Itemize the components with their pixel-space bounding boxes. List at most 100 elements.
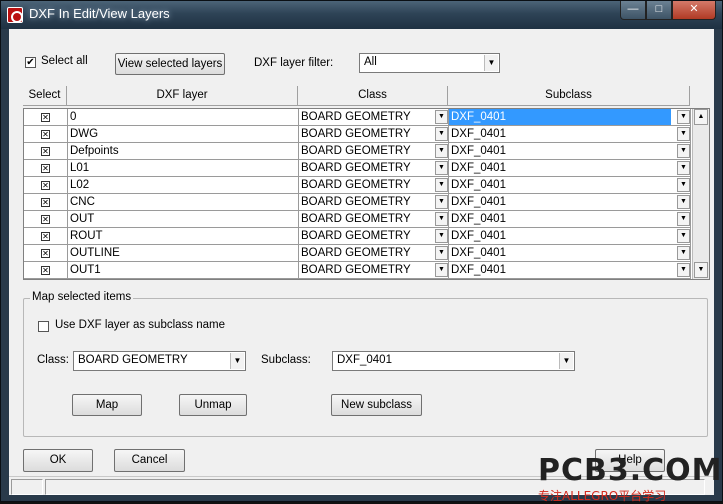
status-pane-1 <box>11 479 43 495</box>
select-checkbox-icon[interactable]: ✕ <box>41 164 50 173</box>
class-cell[interactable]: BOARD GEOMETRY ▼ <box>299 228 449 245</box>
select-cell[interactable]: ✕ <box>24 126 68 143</box>
chevron-down-icon[interactable]: ▼ <box>677 178 690 192</box>
chevron-down-icon[interactable]: ▼ <box>677 195 690 209</box>
chevron-down-icon[interactable]: ▼ <box>435 127 448 141</box>
subclass-cell[interactable]: DXF_0401 ▼ <box>449 211 691 228</box>
select-checkbox-icon[interactable]: ✕ <box>41 113 50 122</box>
table-row[interactable]: ✕ CNC BOARD GEOMETRY ▼ DXF_0401 ▼ <box>24 194 692 211</box>
chevron-down-icon[interactable]: ▼ <box>677 246 690 260</box>
use-layer-as-subclass-checkbox[interactable] <box>38 321 49 332</box>
table-row[interactable]: ✕ Defpoints BOARD GEOMETRY ▼ DXF_0401 ▼ <box>24 143 692 160</box>
class-select[interactable]: BOARD GEOMETRY ▼ <box>73 351 246 371</box>
table-row[interactable]: ✕ DWG BOARD GEOMETRY ▼ DXF_0401 ▼ <box>24 126 692 143</box>
vertical-scrollbar[interactable]: ▲ ▼ <box>692 109 709 279</box>
subclass-cell[interactable]: DXF_0401 ▼ <box>449 126 691 143</box>
maximize-button[interactable]: □ <box>646 1 672 20</box>
select-checkbox-icon[interactable]: ✕ <box>41 130 50 139</box>
select-checkbox-icon[interactable]: ✕ <box>41 249 50 258</box>
new-subclass-button[interactable]: New subclass <box>331 394 422 416</box>
table-row[interactable]: ✕ OUT1 BOARD GEOMETRY ▼ DXF_0401 ▼ <box>24 262 692 279</box>
select-all-checkbox[interactable]: ✔ <box>25 57 36 68</box>
chevron-down-icon[interactable]: ▼ <box>677 144 690 158</box>
chevron-down-icon[interactable]: ▼ <box>435 144 448 158</box>
select-cell[interactable]: ✕ <box>24 160 68 177</box>
select-cell[interactable]: ✕ <box>24 194 68 211</box>
chevron-down-icon[interactable]: ▼ <box>435 212 448 226</box>
layer-name: 0 <box>70 111 77 123</box>
chevron-down-icon[interactable]: ▼ <box>677 263 690 277</box>
class-cell[interactable]: BOARD GEOMETRY ▼ <box>299 245 449 262</box>
select-cell[interactable]: ✕ <box>24 211 68 228</box>
class-cell[interactable]: BOARD GEOMETRY ▼ <box>299 194 449 211</box>
cancel-button[interactable]: Cancel <box>114 449 185 472</box>
scroll-up-icon[interactable]: ▲ <box>694 109 708 125</box>
table-row[interactable]: ✕ OUTLINE BOARD GEOMETRY ▼ DXF_0401 ▼ <box>24 245 692 262</box>
table-row[interactable]: ✕ L02 BOARD GEOMETRY ▼ DXF_0401 ▼ <box>24 177 692 194</box>
subclass-cell[interactable]: DXF_0401 ▼ <box>449 177 691 194</box>
class-cell[interactable]: BOARD GEOMETRY ▼ <box>299 211 449 228</box>
select-cell[interactable]: ✕ <box>24 143 68 160</box>
subclass-cell[interactable]: DXF_0401 ▼ <box>449 109 691 126</box>
chevron-down-icon[interactable]: ▼ <box>435 195 448 209</box>
subclass-cell[interactable]: DXF_0401 ▼ <box>449 160 691 177</box>
class-cell[interactable]: BOARD GEOMETRY ▼ <box>299 143 449 160</box>
chevron-down-icon[interactable]: ▼ <box>230 353 244 369</box>
table-row[interactable]: ✕ 0 BOARD GEOMETRY ▼ DXF_0401 ▼ <box>24 109 692 126</box>
class-cell[interactable]: BOARD GEOMETRY ▼ <box>299 126 449 143</box>
ok-button[interactable]: OK <box>23 449 93 472</box>
subclass-cell[interactable]: DXF_0401 ▼ <box>449 228 691 245</box>
layer-name: OUT <box>70 213 95 225</box>
header-class[interactable]: Class <box>298 86 448 106</box>
chevron-down-icon[interactable]: ▼ <box>677 212 690 226</box>
use-layer-as-subclass-label: Use DXF layer as subclass name <box>55 319 226 331</box>
select-cell[interactable]: ✕ <box>24 109 68 126</box>
select-checkbox-icon[interactable]: ✕ <box>41 181 50 190</box>
chevron-down-icon[interactable]: ▼ <box>435 161 448 175</box>
header-dxf-layer[interactable]: DXF layer <box>67 86 298 106</box>
header-select[interactable]: Select <box>23 86 67 106</box>
select-checkbox-icon[interactable]: ✕ <box>41 147 50 156</box>
view-selected-layers-button[interactable]: View selected layers <box>115 53 225 75</box>
unmap-button[interactable]: Unmap <box>179 394 247 416</box>
chevron-down-icon[interactable]: ▼ <box>677 127 690 141</box>
select-cell[interactable]: ✕ <box>24 262 68 279</box>
chevron-down-icon[interactable]: ▼ <box>484 55 498 71</box>
select-cell[interactable]: ✕ <box>24 177 68 194</box>
dxf-layer-filter-select[interactable]: All ▼ <box>359 53 500 73</box>
scroll-down-icon[interactable]: ▼ <box>694 262 708 278</box>
close-button[interactable]: ✕ <box>672 1 716 20</box>
select-cell[interactable]: ✕ <box>24 228 68 245</box>
chevron-down-icon[interactable]: ▼ <box>435 178 448 192</box>
select-checkbox-icon[interactable]: ✕ <box>41 215 50 224</box>
subclass-cell[interactable]: DXF_0401 ▼ <box>449 245 691 262</box>
table-row[interactable]: ✕ L01 BOARD GEOMETRY ▼ DXF_0401 ▼ <box>24 160 692 177</box>
chevron-down-icon[interactable]: ▼ <box>435 110 448 124</box>
class-cell[interactable]: BOARD GEOMETRY ▼ <box>299 160 449 177</box>
select-cell[interactable]: ✕ <box>24 245 68 262</box>
subclass-cell[interactable]: DXF_0401 ▼ <box>449 194 691 211</box>
title-bar[interactable]: DXF In Edit/View Layers — □ ✕ <box>1 1 722 29</box>
select-checkbox-icon[interactable]: ✕ <box>41 198 50 207</box>
select-checkbox-icon[interactable]: ✕ <box>41 232 50 241</box>
chevron-down-icon[interactable]: ▼ <box>677 110 690 124</box>
minimize-button[interactable]: — <box>620 1 646 20</box>
table-row[interactable]: ✕ OUT BOARD GEOMETRY ▼ DXF_0401 ▼ <box>24 211 692 228</box>
chevron-down-icon[interactable]: ▼ <box>435 246 448 260</box>
subclass-cell[interactable]: DXF_0401 ▼ <box>449 143 691 160</box>
chevron-down-icon[interactable]: ▼ <box>677 161 690 175</box>
class-cell[interactable]: BOARD GEOMETRY ▼ <box>299 109 449 126</box>
layers-grid[interactable]: ✕ 0 BOARD GEOMETRY ▼ DXF_0401 ▼ ✕ DWG BOARD GEOM… <box>23 108 710 280</box>
subclass-cell[interactable]: DXF_0401 ▼ <box>449 262 691 279</box>
header-subclass[interactable]: Subclass <box>448 86 690 106</box>
map-button[interactable]: Map <box>72 394 142 416</box>
select-checkbox-icon[interactable]: ✕ <box>41 266 50 275</box>
subclass-select[interactable]: DXF_0401 ▼ <box>332 351 575 371</box>
chevron-down-icon[interactable]: ▼ <box>435 263 448 277</box>
class-cell[interactable]: BOARD GEOMETRY ▼ <box>299 177 449 194</box>
class-cell[interactable]: BOARD GEOMETRY ▼ <box>299 262 449 279</box>
chevron-down-icon[interactable]: ▼ <box>559 353 573 369</box>
chevron-down-icon[interactable]: ▼ <box>435 229 448 243</box>
table-row[interactable]: ✕ ROUT BOARD GEOMETRY ▼ DXF_0401 ▼ <box>24 228 692 245</box>
chevron-down-icon[interactable]: ▼ <box>677 229 690 243</box>
